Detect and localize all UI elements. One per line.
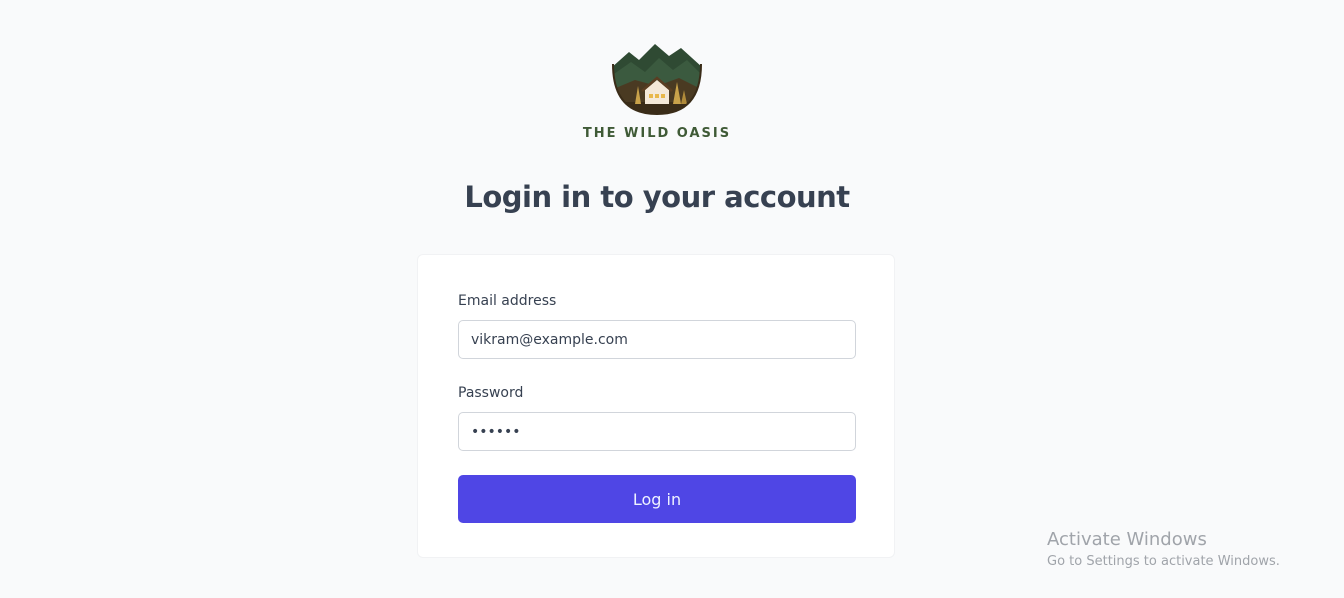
activate-windows-watermark: Activate Windows Go to Settings to activ… (1047, 529, 1280, 571)
login-form: Email address Password Log in (417, 254, 895, 558)
login-page: THE WILD OASIS Login in to your account … (0, 0, 1344, 598)
password-label: Password (458, 385, 524, 401)
email-label: Email address (458, 293, 557, 309)
brand-name: THE WILD OASIS (582, 126, 732, 141)
watermark-title: Activate Windows (1047, 529, 1207, 550)
watermark-subtitle: Go to Settings to activate Windows. (1047, 554, 1280, 569)
email-field[interactable] (458, 320, 856, 359)
brand-logo: THE WILD OASIS (0, 42, 1314, 141)
login-button[interactable]: Log in (458, 475, 856, 523)
page-title: Login in to your account (464, 180, 850, 214)
mountain-cabin-logo-icon (612, 42, 702, 116)
password-field[interactable] (458, 412, 856, 451)
